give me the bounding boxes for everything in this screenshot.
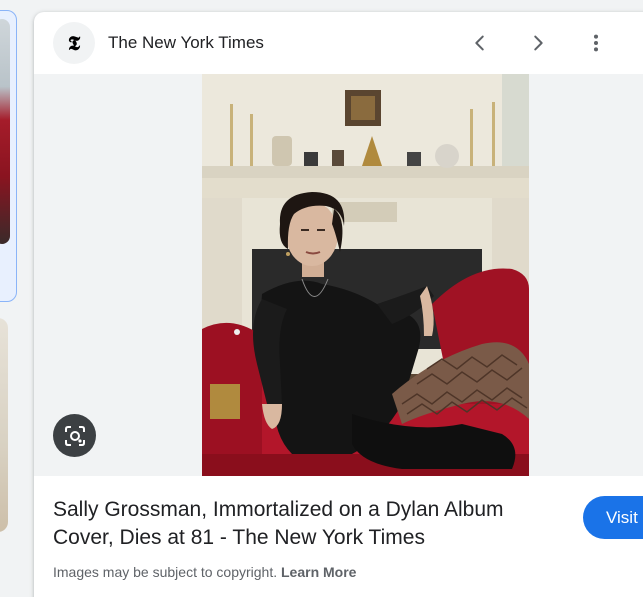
result-photo[interactable]: [202, 74, 529, 476]
more-options-button[interactable]: [582, 29, 610, 57]
next-button[interactable]: [524, 29, 552, 57]
image-preview-panel: 𝕿 The New York Times Sally Grossman, Imm…: [34, 12, 643, 597]
more-vert-icon: [593, 34, 599, 52]
copyright-notice: Images may be subject to copyright. Lear…: [53, 564, 356, 580]
previous-button[interactable]: [466, 29, 494, 57]
visit-button[interactable]: Visit: [583, 496, 643, 539]
image-viewer: [34, 74, 643, 476]
google-lens-icon: [64, 425, 85, 446]
lens-search-button[interactable]: [53, 414, 96, 457]
panel-header: 𝕿 The New York Times: [34, 12, 643, 74]
portrait-illustration: [202, 74, 529, 476]
visit-label: Visit: [606, 507, 638, 527]
result-title[interactable]: Sally Grossman, Immortalized on a Dylan …: [53, 496, 553, 552]
thumbnail-image: [0, 19, 10, 244]
previous-result-thumbnail[interactable]: [0, 10, 17, 302]
nyt-logo-icon[interactable]: 𝕿: [53, 22, 95, 64]
source-name[interactable]: The New York Times: [108, 33, 264, 53]
other-result-thumbnail[interactable]: [0, 318, 8, 532]
chevron-right-icon: [534, 35, 543, 51]
learn-more-link[interactable]: Learn More: [281, 564, 356, 580]
chevron-left-icon: [475, 35, 484, 51]
copyright-text: Images may be subject to copyright.: [53, 564, 278, 580]
favicon-glyph: 𝕿: [67, 31, 81, 55]
